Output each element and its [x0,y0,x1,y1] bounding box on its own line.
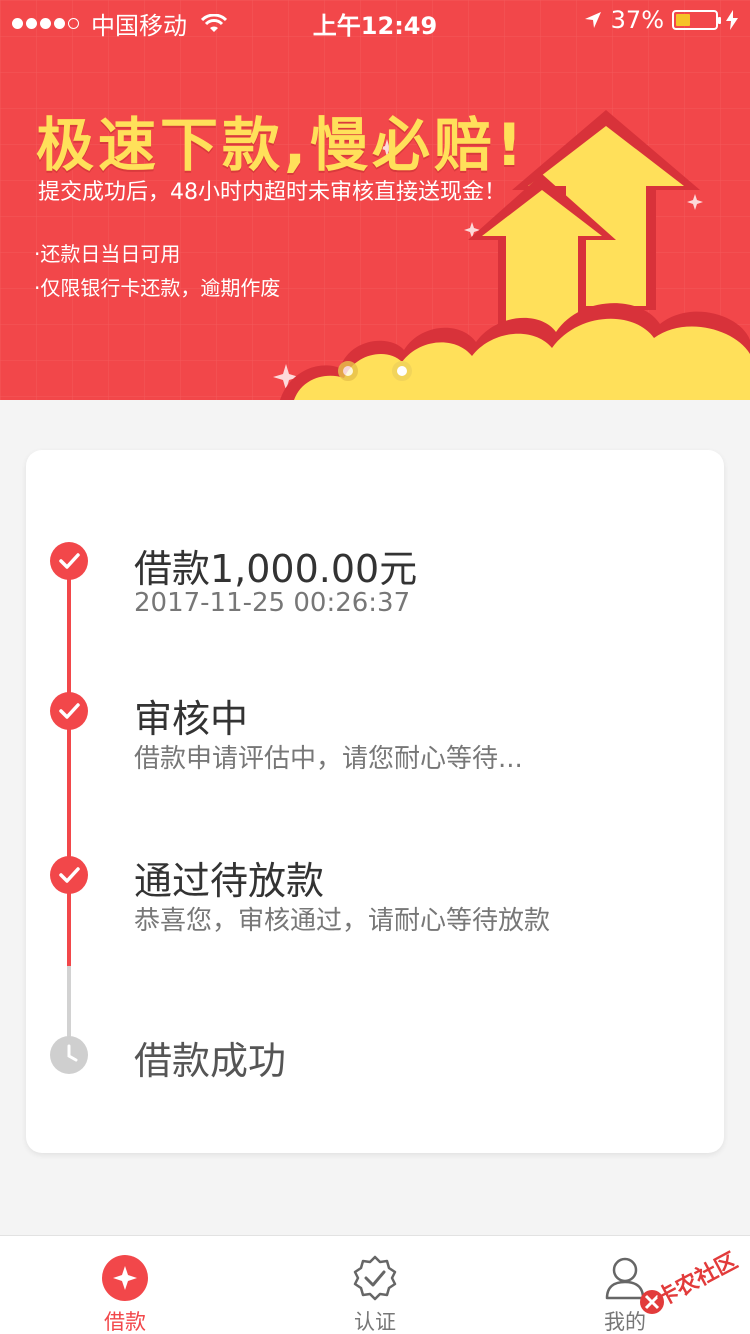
step-title: 审核中 [134,697,249,741]
banner-bullet: ·还款日当日可用 [34,242,181,266]
clock-icon [50,1036,88,1074]
timeline-line-completed [67,562,71,966]
tab-label: 认证 [354,1310,396,1334]
step-title: 借款成功 [134,1039,287,1083]
step-desc: 恭喜您，审核通过，请耐心等待放款 [134,906,551,936]
banner-page-indicator [338,361,412,381]
location-arrow-icon [584,12,601,28]
step-desc: 2017-11-25 00:26:37 [134,588,411,618]
promo-banner[interactable]: 中国移动 上午12:49 37% 极速下款,慢必赔! 提交成功后，48小时内超时… [0,0,750,400]
loan-icon [102,1255,148,1301]
check-circle-icon [50,542,88,580]
rising-arrows-illustration [280,110,750,400]
tab-verify[interactable]: 认证 [250,1236,500,1334]
step-title: 借款1,000.00元 [134,547,418,591]
tab-loan[interactable]: 借款 [0,1236,250,1334]
status-bar: 中国移动 上午12:49 37% [0,0,750,40]
loan-progress-card: 借款1,000.00元 2017-11-25 00:26:37 审核中 借款申请… [26,450,724,1153]
page-dot-active[interactable] [392,361,412,381]
step-desc: 借款申请评估中，请您耐心等待... [134,744,523,774]
tab-label: 借款 [104,1310,146,1334]
page-dot[interactable] [338,361,358,381]
banner-bullet: ·仅限银行卡还款，逾期作废 [34,276,281,300]
charging-bolt-icon [726,10,738,30]
step-title: 通过待放款 [134,859,325,903]
check-circle-icon [50,856,88,894]
timeline-line-pending [67,966,71,1040]
battery-percent: 37% [610,6,664,34]
verify-badge-icon [353,1255,397,1301]
check-circle-icon [50,692,88,730]
battery-icon [672,10,721,30]
